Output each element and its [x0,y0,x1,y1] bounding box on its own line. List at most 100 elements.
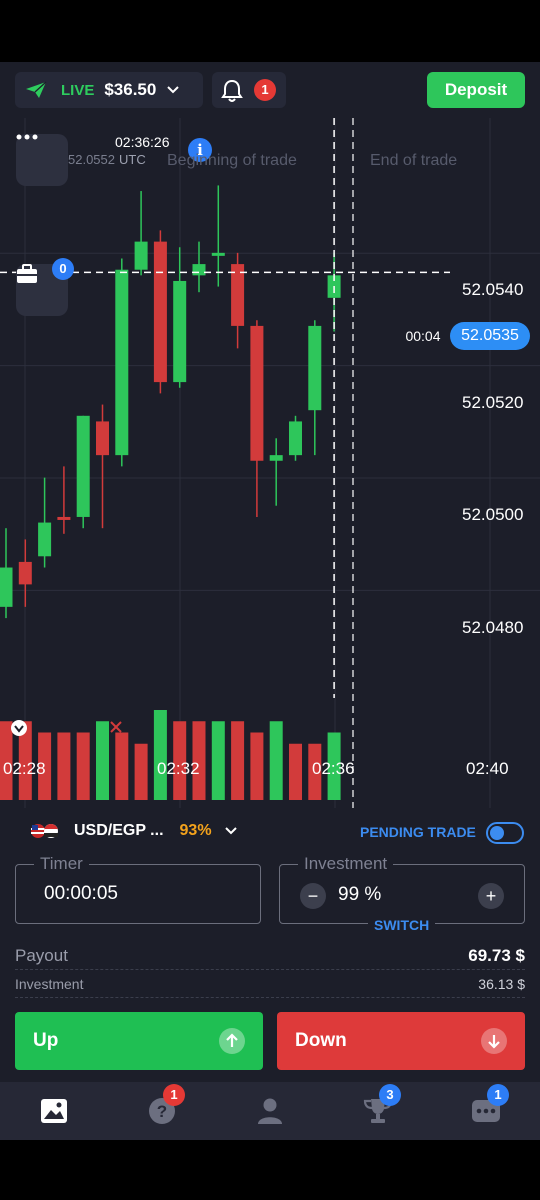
help-badge: 1 [163,1084,185,1106]
timezone-label: UTC [119,152,146,167]
candle-body [38,522,52,557]
end-of-trade-label: End of trade [370,152,458,169]
candle-body [76,415,90,517]
payout-value: 69.73 $ [468,946,525,965]
candle-body [173,280,187,383]
price-tick-label: 52.0520 [462,393,524,412]
asset-payout-percent: 93% [179,822,212,839]
candle-body [192,264,206,276]
arrow-down-icon [481,1028,507,1054]
nav-profile[interactable] [255,1096,285,1126]
candle-body [18,561,32,585]
bell-icon [221,79,243,102]
paper-plane-icon [26,81,47,98]
bottom-navigation: ? 1 3 1 [0,1082,540,1140]
pending-trade-label: PENDING TRADE [360,824,476,840]
volume-bar [115,732,129,800]
portfolio-badge: 0 [52,258,74,280]
time-tick-label: 02:40 [466,759,509,778]
candle-body [57,516,71,520]
nav-help[interactable]: ? 1 [147,1084,185,1126]
up-button[interactable]: Up [15,1012,263,1070]
investment-summary-label: Investment [15,976,84,992]
candle-body [96,421,109,456]
deposit-button[interactable]: Deposit [427,72,525,108]
tournaments-badge: 3 [379,1084,401,1106]
candle-body [308,325,322,411]
notifications-button[interactable]: 1 [212,72,286,108]
volume-bar [250,732,264,800]
timer-label: Timer [34,854,89,874]
account-mode: LIVE [61,81,95,99]
asset-name: USD/EGP ... [74,822,164,839]
time-tick-label: 02:32 [157,759,200,778]
volume-bar [289,743,302,800]
down-button[interactable]: Down [277,1012,525,1070]
candle-body [211,252,225,256]
candle-body [0,567,13,607]
up-label: Up [33,1030,59,1051]
pending-trade-toggle[interactable] [486,822,524,844]
time-tick-label: 02:28 [3,759,46,778]
down-label: Down [295,1030,347,1051]
trading-app: LIVE $36.50 1 Deposit 0 02:36:26 52.0552… [0,62,540,1140]
volume-bar [57,732,71,800]
volume-bar [153,710,167,800]
briefcase-icon [17,264,37,283]
price-tick-label: 52.0540 [462,280,524,299]
server-time: 02:36:26 [115,134,170,150]
nav-chart[interactable] [39,1096,69,1126]
beginning-of-trade-label: Beginning of trade [167,152,297,169]
arrow-up-icon [219,1028,245,1054]
chart-image-icon [41,1099,67,1123]
decrease-investment-button[interactable]: − [300,883,326,909]
investment-summary-row: Investment 36.13 $ [15,976,525,992]
volume-bar [211,721,225,800]
switch-button[interactable]: SWITCH [368,917,436,933]
candle-body [134,241,148,270]
more-icon [16,134,38,140]
svg-text:?: ? [157,1102,167,1121]
time-tick-label: 02:36 [312,759,355,778]
account-selector[interactable]: LIVE $36.50 [15,72,203,108]
portfolio-button[interactable]: 0 [16,258,74,316]
candle-countdown: 00:04 [400,325,446,347]
candle-body [250,325,264,461]
candle-body [115,269,129,456]
price-tick-label: 52.0480 [462,618,524,637]
volume-bar [134,743,148,800]
chat-badge: 1 [487,1084,509,1106]
indicator-toggle-icon [11,720,27,736]
nav-chat[interactable]: 1 [471,1084,509,1126]
candle-body [289,421,302,456]
investment-label: Investment [298,854,394,874]
investment-value: 99 % [338,884,382,905]
volume-bar [76,732,90,800]
current-price-chip: 52.0535 [450,322,530,350]
top-bar: LIVE $36.50 1 Deposit [0,62,540,118]
volume-bar [231,721,245,800]
price-tick-label: 52.0500 [462,505,524,524]
candle-body [153,241,167,383]
timer-field[interactable]: Timer 00:00:05 [15,854,261,924]
faded-price: 52.0552 [68,152,115,167]
divider [15,997,525,998]
faded-price-label: 52.0552 UTC [68,152,146,167]
account-balance: $36.50 [104,80,157,99]
us-egypt-flags-icon [31,824,58,838]
investment-field[interactable]: Investment − 99 % + SWITCH [279,854,525,933]
timer-value: 00:00:05 [44,883,118,904]
toggle-icon [490,826,504,840]
increase-investment-button[interactable]: + [478,883,504,909]
trade-panel: USD/EGP ... 93% PENDING TRADE Timer 00:0… [0,808,540,1082]
investment-summary-value: 36.13 $ [478,976,525,992]
payout-label: Payout [15,946,68,965]
candle-body [269,455,283,461]
user-icon [258,1098,282,1124]
chevron-down-icon [224,827,237,835]
chart-menu-button[interactable] [16,134,68,186]
price-chart[interactable]: 0 02:36:26 52.0552 UTC i Beginning of tra… [0,118,540,808]
asset-selector[interactable]: USD/EGP ... 93% [30,822,238,840]
nav-tournaments[interactable]: 3 [363,1084,401,1126]
volume-bar [269,721,283,800]
